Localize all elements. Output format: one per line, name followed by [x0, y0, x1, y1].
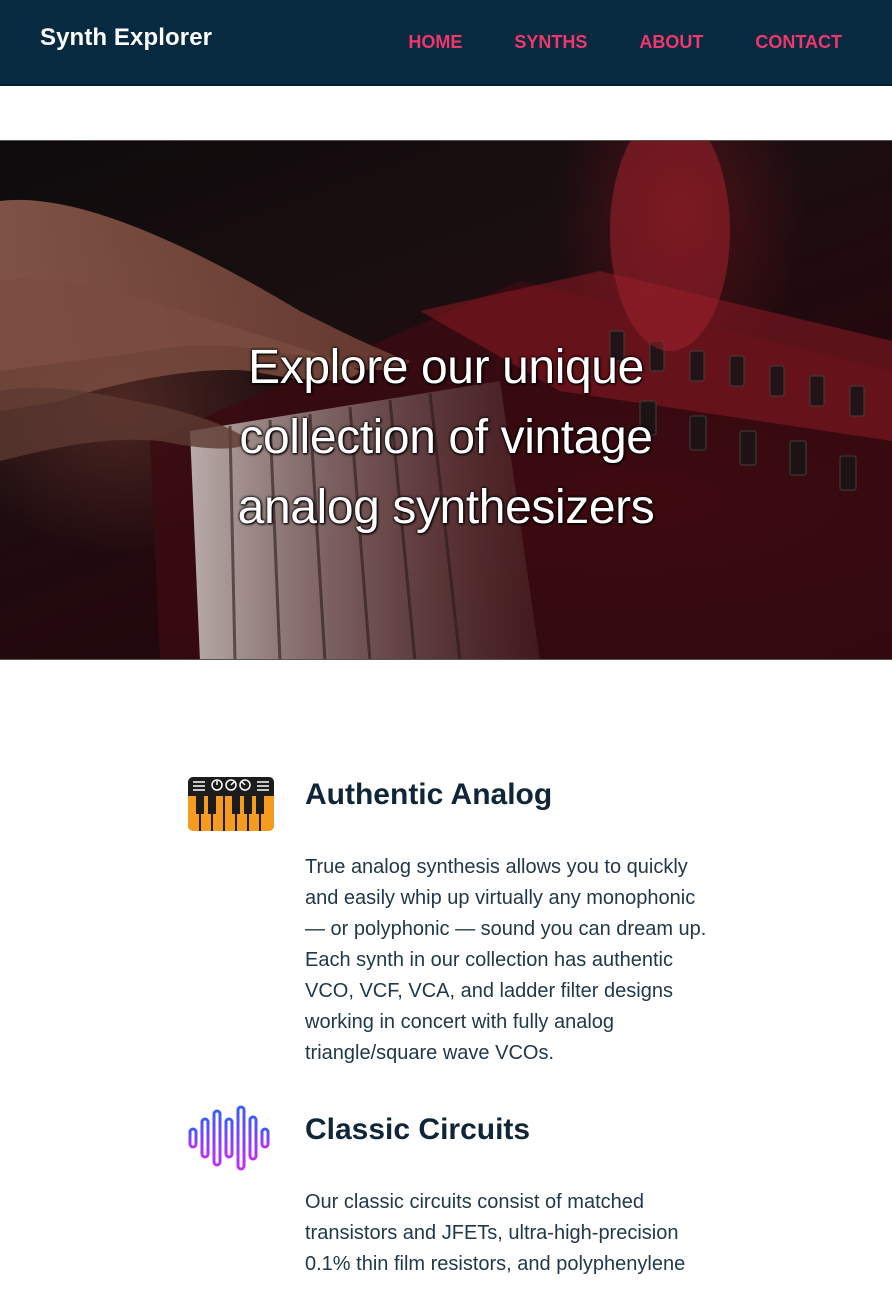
- nav-link-contact[interactable]: CONTACT: [755, 32, 842, 53]
- top-navbar: Synth Explorer HOME SYNTHS ABOUT CONTACT: [0, 0, 892, 86]
- features-section: Authentic Analog True analog synthesis a…: [187, 770, 747, 1316]
- feature-text-classic-circuits: Our classic circuits consist of matched …: [305, 1191, 686, 1275]
- feature-text-authentic-analog: True analog synthesis allows you to quic…: [305, 856, 707, 1064]
- brand-logo-text[interactable]: Synth Explorer: [40, 24, 212, 52]
- hero-title: Explore our unique collection of vintage…: [237, 341, 655, 535]
- main-nav: HOME SYNTHS ABOUT CONTACT: [408, 32, 842, 53]
- feature-title-authentic-analog: Authentic Analog: [305, 778, 553, 811]
- feature-authentic-analog: Authentic Analog True analog synthesis a…: [187, 770, 747, 1069]
- feature-classic-circuits: Classic Circuits Our classic circuits co…: [187, 1105, 747, 1280]
- nav-link-synths[interactable]: SYNTHS: [514, 32, 587, 53]
- nav-link-about[interactable]: ABOUT: [639, 32, 703, 53]
- nav-link-home[interactable]: HOME: [408, 32, 462, 53]
- feature-title-classic-circuits: Classic Circuits: [305, 1113, 531, 1146]
- hero-banner: Explore our unique collection of vintage…: [0, 140, 892, 660]
- sound-wave-icon: [188, 1105, 270, 1171]
- synth-keyboard-icon: [188, 777, 274, 831]
